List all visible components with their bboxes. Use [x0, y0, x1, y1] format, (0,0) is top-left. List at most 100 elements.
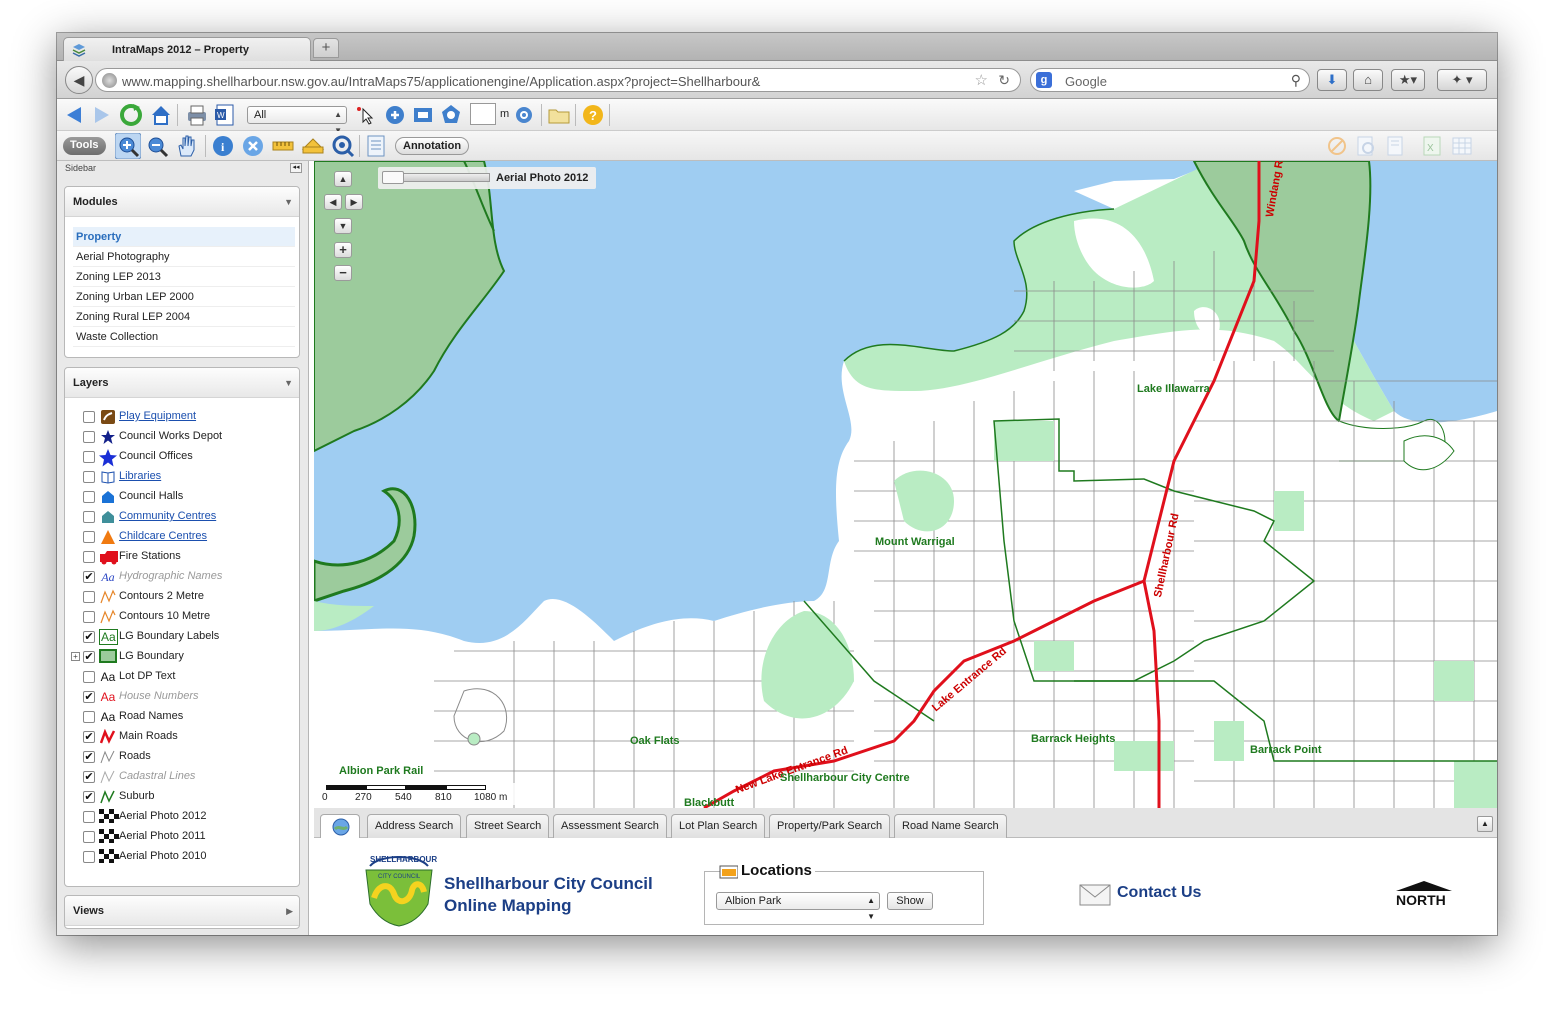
zoom-to-extent-icon[interactable]	[411, 103, 435, 127]
search-bar[interactable]: g Google ⚲	[1030, 68, 1310, 92]
tab-street-search[interactable]: Street Search	[466, 814, 550, 838]
layer-row[interactable]: Play Equipment	[71, 408, 295, 426]
modules-panel-header[interactable]: Modules ▼	[65, 187, 299, 217]
search-magnifier-icon[interactable]: ⚲	[1291, 72, 1301, 89]
layer-row[interactable]: ✔ Suburb	[71, 788, 295, 806]
bookmark-star-icon[interactable]: ☆	[975, 71, 988, 89]
layer-row[interactable]: + ✔ LG Boundary	[71, 648, 295, 666]
layer-checkbox[interactable]	[83, 611, 95, 623]
layer-row[interactable]: Aerial Photo 2010	[71, 848, 295, 866]
layer-checkbox[interactable]	[83, 411, 95, 423]
forward-arrow-icon[interactable]	[91, 104, 113, 126]
tab-home-globe[interactable]	[320, 814, 360, 838]
layer-scope-select[interactable]: All▲▼	[247, 106, 347, 135]
scale-input[interactable]	[470, 103, 496, 125]
map-canvas[interactable]: Windang Rd Lake Illawarra Shellharbour R…	[314, 161, 1497, 808]
layer-checkbox[interactable]: ✔	[83, 731, 95, 743]
pan-down-button[interactable]: ▼	[334, 218, 352, 234]
info-icon[interactable]: i	[211, 134, 235, 158]
locations-select[interactable]: Albion Park ▲ ▼	[716, 892, 880, 921]
layer-checkbox[interactable]	[83, 831, 95, 843]
layer-row[interactable]: Council Halls	[71, 488, 295, 506]
layer-row[interactable]: Aerial Photo 2012	[71, 808, 295, 826]
zoom-out-button[interactable]: −	[334, 265, 352, 281]
layer-checkbox[interactable]	[83, 671, 95, 683]
layer-checkbox[interactable]: ✔	[83, 631, 95, 643]
layer-row[interactable]: Aa Lot DP Text	[71, 668, 295, 686]
back-arrow-icon[interactable]	[63, 104, 85, 126]
print-icon[interactable]	[185, 103, 209, 127]
layer-checkbox[interactable]	[83, 531, 95, 543]
zoom-previous-icon[interactable]	[383, 103, 407, 127]
layer-row[interactable]: Community Centres	[71, 508, 295, 526]
extensions-menu-button[interactable]: ✦ ▾	[1437, 69, 1487, 91]
layer-row[interactable]: Fire Stations	[71, 548, 295, 566]
layer-checkbox[interactable]	[83, 451, 95, 463]
layer-checkbox[interactable]	[83, 431, 95, 443]
tab-property-park-search[interactable]: Property/Park Search	[769, 814, 891, 838]
collapse-sidebar-icon[interactable]: ◂◂	[290, 163, 302, 173]
clear-selection-icon[interactable]	[241, 134, 265, 158]
reload-icon[interactable]: ↻	[998, 72, 1010, 89]
new-tab-button[interactable]: +	[313, 38, 339, 58]
layer-checkbox[interactable]: ✔	[83, 651, 95, 663]
word-export-icon[interactable]: W	[213, 103, 237, 127]
bookmarks-menu-button[interactable]: ★▾	[1391, 69, 1425, 91]
pan-right-button[interactable]: ▶	[345, 194, 363, 210]
help-icon[interactable]: ?	[581, 103, 605, 127]
contact-us-link[interactable]: Contact Us	[1117, 884, 1201, 902]
layer-row[interactable]: Aa Road Names	[71, 708, 295, 726]
show-location-button[interactable]: Show	[887, 892, 933, 910]
zoom-to-selection-icon[interactable]	[439, 103, 463, 127]
downloads-button[interactable]: ⬇	[1317, 69, 1347, 91]
layer-row[interactable]: ✔ Aa LG Boundary Labels	[71, 628, 295, 646]
zoom-in-icon[interactable]	[115, 133, 141, 159]
layer-row[interactable]: Aerial Photo 2011	[71, 828, 295, 846]
layer-row[interactable]: Council Works Depot	[71, 428, 295, 446]
refresh-icon[interactable]	[119, 103, 143, 127]
expand-layer-icon[interactable]: +	[71, 652, 80, 661]
legend-list-icon[interactable]	[365, 134, 387, 158]
annotation-button[interactable]: Annotation	[395, 137, 470, 155]
measure-area-icon[interactable]	[301, 135, 325, 157]
layers-panel-header[interactable]: Layers ▼	[65, 368, 299, 398]
module-item[interactable]: Zoning Rural LEP 2004	[73, 307, 295, 327]
layer-checkbox[interactable]	[83, 511, 95, 523]
layer-checkbox[interactable]: ✔	[83, 691, 95, 703]
zoom-in-button[interactable]: +	[334, 242, 352, 258]
layer-checkbox[interactable]	[83, 851, 95, 863]
home-button[interactable]: ⌂	[1353, 69, 1383, 91]
layer-row[interactable]: ✔ Main Roads	[71, 728, 295, 746]
pan-left-button[interactable]: ◀	[324, 194, 342, 210]
layer-checkbox[interactable]: ✔	[83, 751, 95, 763]
tab-assessment-search[interactable]: Assessment Search	[553, 814, 667, 838]
layer-row[interactable]: ✔ Cadastral Lines	[71, 768, 295, 786]
module-item[interactable]: Waste Collection	[73, 327, 295, 347]
layer-row[interactable]: Libraries	[71, 468, 295, 486]
module-item[interactable]: Zoning Urban LEP 2000	[73, 287, 295, 307]
opacity-slider-handle[interactable]	[382, 171, 404, 184]
layer-row[interactable]: ✔ Aa Hydrographic Names	[71, 568, 295, 586]
folder-icon[interactable]	[547, 104, 571, 126]
layer-checkbox[interactable]: ✔	[83, 791, 95, 803]
find-zoom-icon[interactable]	[331, 134, 355, 158]
home-map-icon[interactable]	[149, 103, 173, 127]
google-search-engine-icon[interactable]: g	[1036, 72, 1052, 88]
zoom-out-icon[interactable]	[145, 134, 169, 158]
back-button[interactable]: ◀	[65, 66, 93, 94]
module-item[interactable]: Aerial Photography	[73, 247, 295, 267]
layer-checkbox[interactable]	[83, 471, 95, 483]
tab-lot-plan-search[interactable]: Lot Plan Search	[671, 814, 766, 838]
expand-panel-icon[interactable]: ▲	[1477, 816, 1493, 832]
layer-checkbox[interactable]: ✔	[83, 771, 95, 783]
module-item[interactable]: Property	[73, 227, 295, 247]
layer-row[interactable]: Council Offices	[71, 448, 295, 467]
layer-row[interactable]: ✔ Aa House Numbers	[71, 688, 295, 706]
layer-checkbox[interactable]	[83, 811, 95, 823]
layer-row[interactable]: Contours 2 Metre	[71, 588, 295, 606]
layer-checkbox[interactable]	[83, 591, 95, 603]
tab-address-search[interactable]: Address Search	[367, 814, 462, 838]
layer-row[interactable]: Childcare Centres	[71, 528, 295, 546]
layer-checkbox[interactable]	[83, 551, 95, 563]
select-cursor-icon[interactable]	[355, 104, 377, 126]
